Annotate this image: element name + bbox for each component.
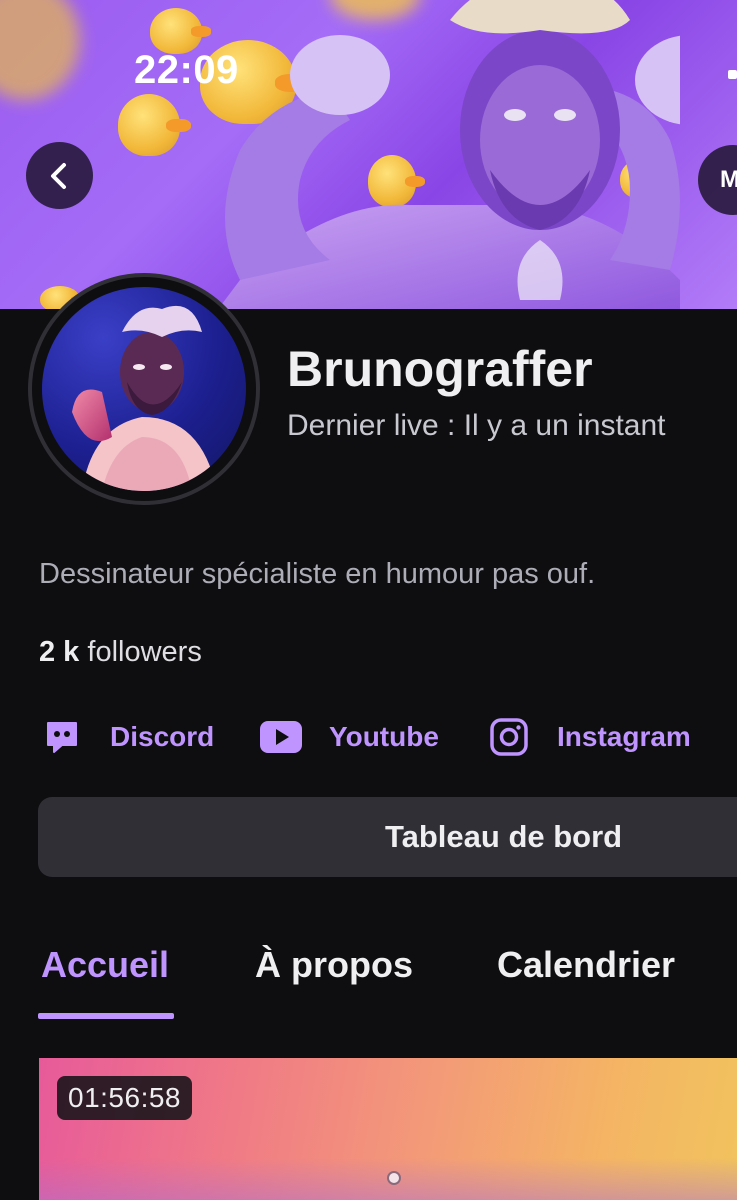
discord-icon <box>39 714 85 760</box>
social-link-youtube[interactable]: Youtube <box>258 712 439 762</box>
rubber-duck-icon <box>118 94 192 156</box>
video-thumbnail[interactable]: 01:56:58 <box>39 1058 737 1200</box>
youtube-icon <box>258 714 304 760</box>
avatar-portrait <box>72 305 217 491</box>
instagram-icon <box>486 714 532 760</box>
channel-tabs: Accueil À propos Calendrier <box>0 940 737 1020</box>
banner-blur-shape <box>0 0 80 100</box>
dashboard-button-label: Tableau de bord <box>385 819 623 854</box>
more-options-label: M <box>720 166 737 193</box>
social-link-label: Discord <box>110 721 215 752</box>
tab-accueil[interactable]: Accueil <box>41 944 169 986</box>
followers-label: followers <box>87 636 202 668</box>
channel-bio: Dessinateur spécialiste en humour pas ou… <box>39 558 596 590</box>
more-options-button[interactable]: M <box>698 145 737 215</box>
active-tab-indicator <box>38 1013 174 1019</box>
chevron-left-icon <box>50 162 66 189</box>
tab-a-propos[interactable]: À propos <box>255 944 413 986</box>
channel-avatar[interactable] <box>28 273 260 505</box>
last-live-status: Dernier live : Il y a un instant <box>287 409 666 442</box>
channel-name: Brunograffer <box>287 341 593 397</box>
banner-artist-figure <box>218 0 680 309</box>
followers-number: 2 k <box>39 636 80 668</box>
channel-banner: 22:09 M <box>0 0 737 309</box>
social-link-label: Youtube <box>329 721 439 752</box>
avatar-image <box>42 287 246 491</box>
social-link-label: Instagram <box>557 721 691 752</box>
back-button[interactable] <box>26 142 93 209</box>
social-link-instagram[interactable]: Instagram <box>486 712 691 762</box>
tab-calendrier[interactable]: Calendrier <box>497 944 675 986</box>
status-bar-indicator <box>728 70 737 79</box>
followers-count: 2 k followers <box>39 636 202 669</box>
dashboard-button[interactable]: Tableau de bord <box>38 797 737 877</box>
video-duration-badge: 01:56:58 <box>57 1076 192 1120</box>
thumbnail-emoji-icon <box>387 1171 401 1185</box>
status-bar-time: 22:09 <box>134 48 239 92</box>
social-link-discord[interactable]: Discord <box>39 712 214 762</box>
